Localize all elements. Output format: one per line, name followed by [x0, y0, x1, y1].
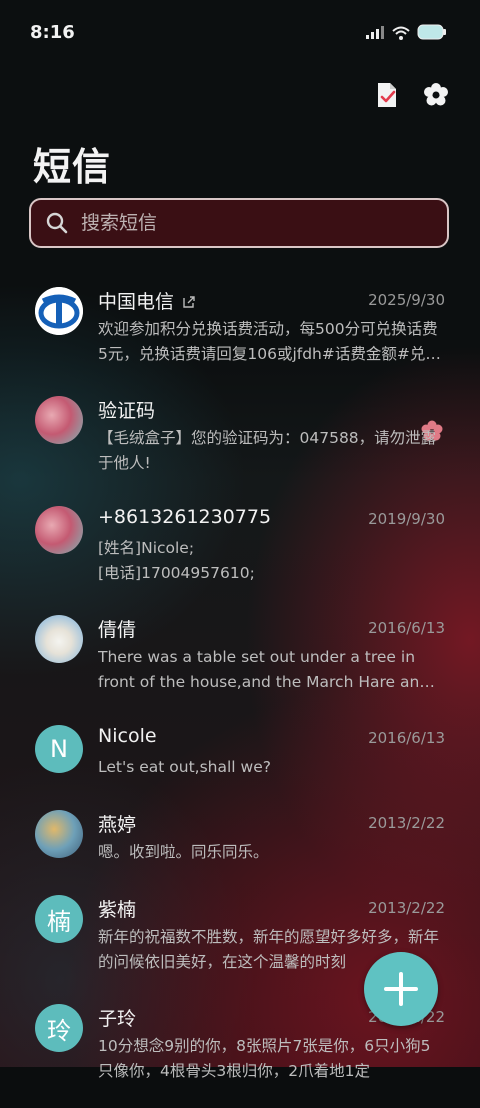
message-date: 2016/6/13 — [368, 619, 445, 637]
conversation-item[interactable]: +8613261230775 2019/9/30 [姓名]Nicole; [电话… — [0, 502, 480, 610]
conversation-item[interactable]: 中国电信 2025/9/30 欢迎参加积分兑换话费活动，每500分可兑换话费5元… — [0, 283, 480, 391]
avatar-initial: 玲 — [35, 1004, 83, 1052]
contact-name: 紫楠 — [98, 899, 137, 921]
contact-name: 燕婷 — [98, 814, 137, 836]
contact-name: 验证码 — [98, 400, 156, 422]
message-date: 2016/6/13 — [368, 729, 445, 747]
contact-name: 中国电信 — [98, 287, 196, 314]
plus-icon — [384, 972, 418, 1006]
document-check-icon[interactable] — [375, 82, 401, 108]
status-bar: 8:16 — [0, 0, 480, 68]
conversation-item[interactable]: 验证码 【毛绒盒子】您的验证码为：047588，请勿泄露于他人! — [0, 392, 480, 500]
search-bar[interactable] — [29, 198, 449, 248]
avatar-photo — [35, 396, 83, 444]
avatar-photo — [35, 810, 83, 858]
message-date: 2019/9/30 — [368, 510, 445, 528]
message-preview: 嗯。收到啦。同乐同乐。 — [98, 843, 269, 861]
avatar-photo — [35, 506, 83, 554]
settings-flower-icon[interactable] — [423, 82, 449, 108]
message-date: 2013/2/22 — [368, 814, 445, 832]
search-input[interactable] — [79, 211, 413, 235]
message-preview: 10分想念9别的你，8张照片7张是你，6只小狗5只像你，4根骨头3根归你，2爪着… — [98, 1037, 431, 1080]
message-date: 2013/2/22 — [368, 899, 445, 917]
message-preview: There was a table set out under a tree i… — [98, 648, 430, 691]
message-preview: 欢迎参加积分兑换话费活动，每500分可兑换话费5元，兑换话费请回复106或jfd… — [98, 320, 441, 363]
china-telecom-logo — [35, 287, 83, 335]
wifi-icon — [391, 25, 411, 44]
status-icons — [365, 24, 447, 44]
message-preview: [姓名]Nicole; [电话]17004957610; — [98, 539, 255, 582]
external-link-icon — [183, 296, 195, 308]
status-time: 8:16 — [30, 22, 75, 43]
contact-name: 倩倩 — [98, 619, 137, 641]
avatar-photo — [35, 615, 83, 663]
contact-name: Nicole — [98, 725, 157, 747]
contact-name: 子玲 — [98, 1008, 137, 1030]
message-preview: Let's eat out,shall we? — [98, 758, 271, 776]
signal-icon — [365, 25, 385, 44]
new-message-button[interactable] — [364, 952, 438, 1026]
avatar-initial: 楠 — [35, 895, 83, 943]
message-date: 2025/9/30 — [368, 291, 445, 309]
search-icon — [46, 212, 68, 234]
conversation-item[interactable]: 倩倩 2016/6/13 There was a table set out u… — [0, 611, 480, 719]
page-title: 短信 — [33, 145, 112, 189]
battery-icon — [417, 24, 447, 44]
avatar-initial: N — [35, 725, 83, 773]
message-preview: 【毛绒盒子】您的验证码为：047588，请勿泄露于他人! — [98, 429, 437, 472]
contact-name: +8613261230775 — [98, 506, 272, 528]
